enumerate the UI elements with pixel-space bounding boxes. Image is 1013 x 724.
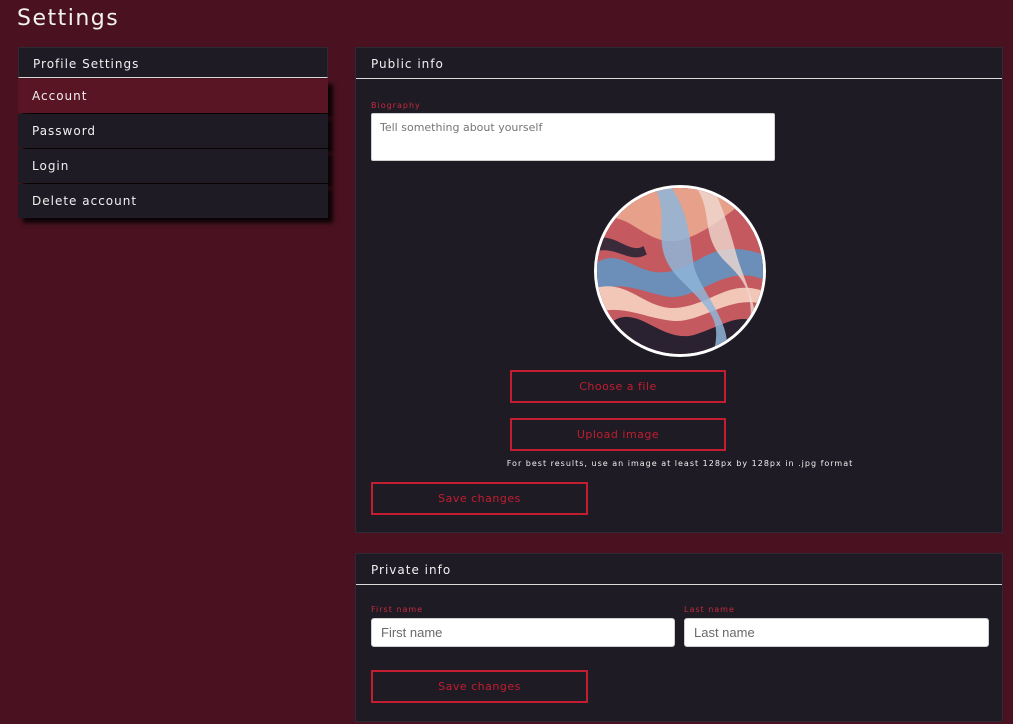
avatar (594, 185, 766, 357)
profile-settings-sidebar: Profile Settings Account Password Login … (18, 47, 328, 218)
save-private-changes-button[interactable]: Save changes (371, 670, 588, 703)
last-name-input[interactable] (684, 618, 989, 647)
biography-label: Biography (371, 101, 421, 110)
avatar-image (597, 188, 763, 354)
save-changes-button[interactable]: Save changes (371, 482, 588, 515)
image-hint-text: For best results, use an image at least … (506, 459, 854, 468)
private-info-header: Private info (356, 554, 1002, 585)
sidebar-item-delete-account[interactable]: Delete account (18, 184, 328, 218)
private-info-panel: Private info First name Last name Save c… (355, 553, 1003, 722)
public-info-panel: Public info Biography Choose a file Uplo… (355, 47, 1003, 533)
public-info-header: Public info (356, 48, 1002, 79)
upload-image-button[interactable]: Upload image (510, 418, 726, 451)
biography-textarea[interactable] (371, 113, 775, 161)
choose-file-button[interactable]: Choose a file (510, 370, 726, 403)
page-title: Settings (17, 6, 120, 31)
first-name-input[interactable] (371, 618, 675, 647)
last-name-label: Last name (684, 605, 735, 614)
sidebar-item-account[interactable]: Account (18, 79, 328, 113)
sidebar-item-password[interactable]: Password (18, 114, 328, 148)
sidebar-item-login[interactable]: Login (18, 149, 328, 183)
sidebar-header: Profile Settings (18, 47, 328, 78)
first-name-label: First name (371, 605, 424, 614)
